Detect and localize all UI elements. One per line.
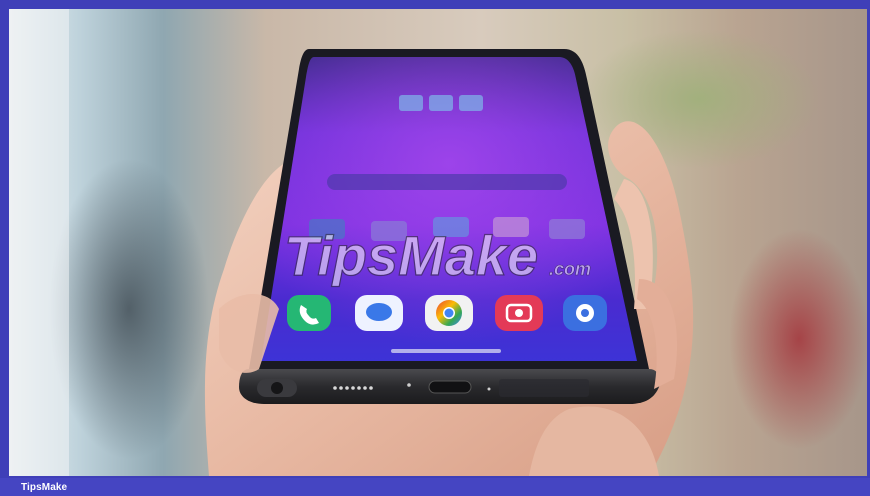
phone-app-icon — [287, 295, 331, 331]
watermark-suffix-text: .com — [549, 259, 591, 279]
camera-app-icon — [495, 295, 543, 331]
settings-app-icon — [563, 295, 607, 331]
photo: TipsMake .com — [9, 9, 867, 476]
phone-in-hand-photo: TipsMake .com — [9, 9, 867, 476]
home-bar — [391, 349, 501, 353]
image-frame: TipsMake .com TipsMake — [0, 0, 870, 496]
messages-app-icon — [355, 295, 403, 331]
watermark-main-text: TipsMake — [284, 224, 538, 287]
caption-bar: TipsMake — [0, 478, 870, 496]
caption-text: TipsMake — [21, 482, 68, 493]
usb-c-port — [428, 380, 472, 394]
chrome-app-icon — [425, 295, 473, 331]
